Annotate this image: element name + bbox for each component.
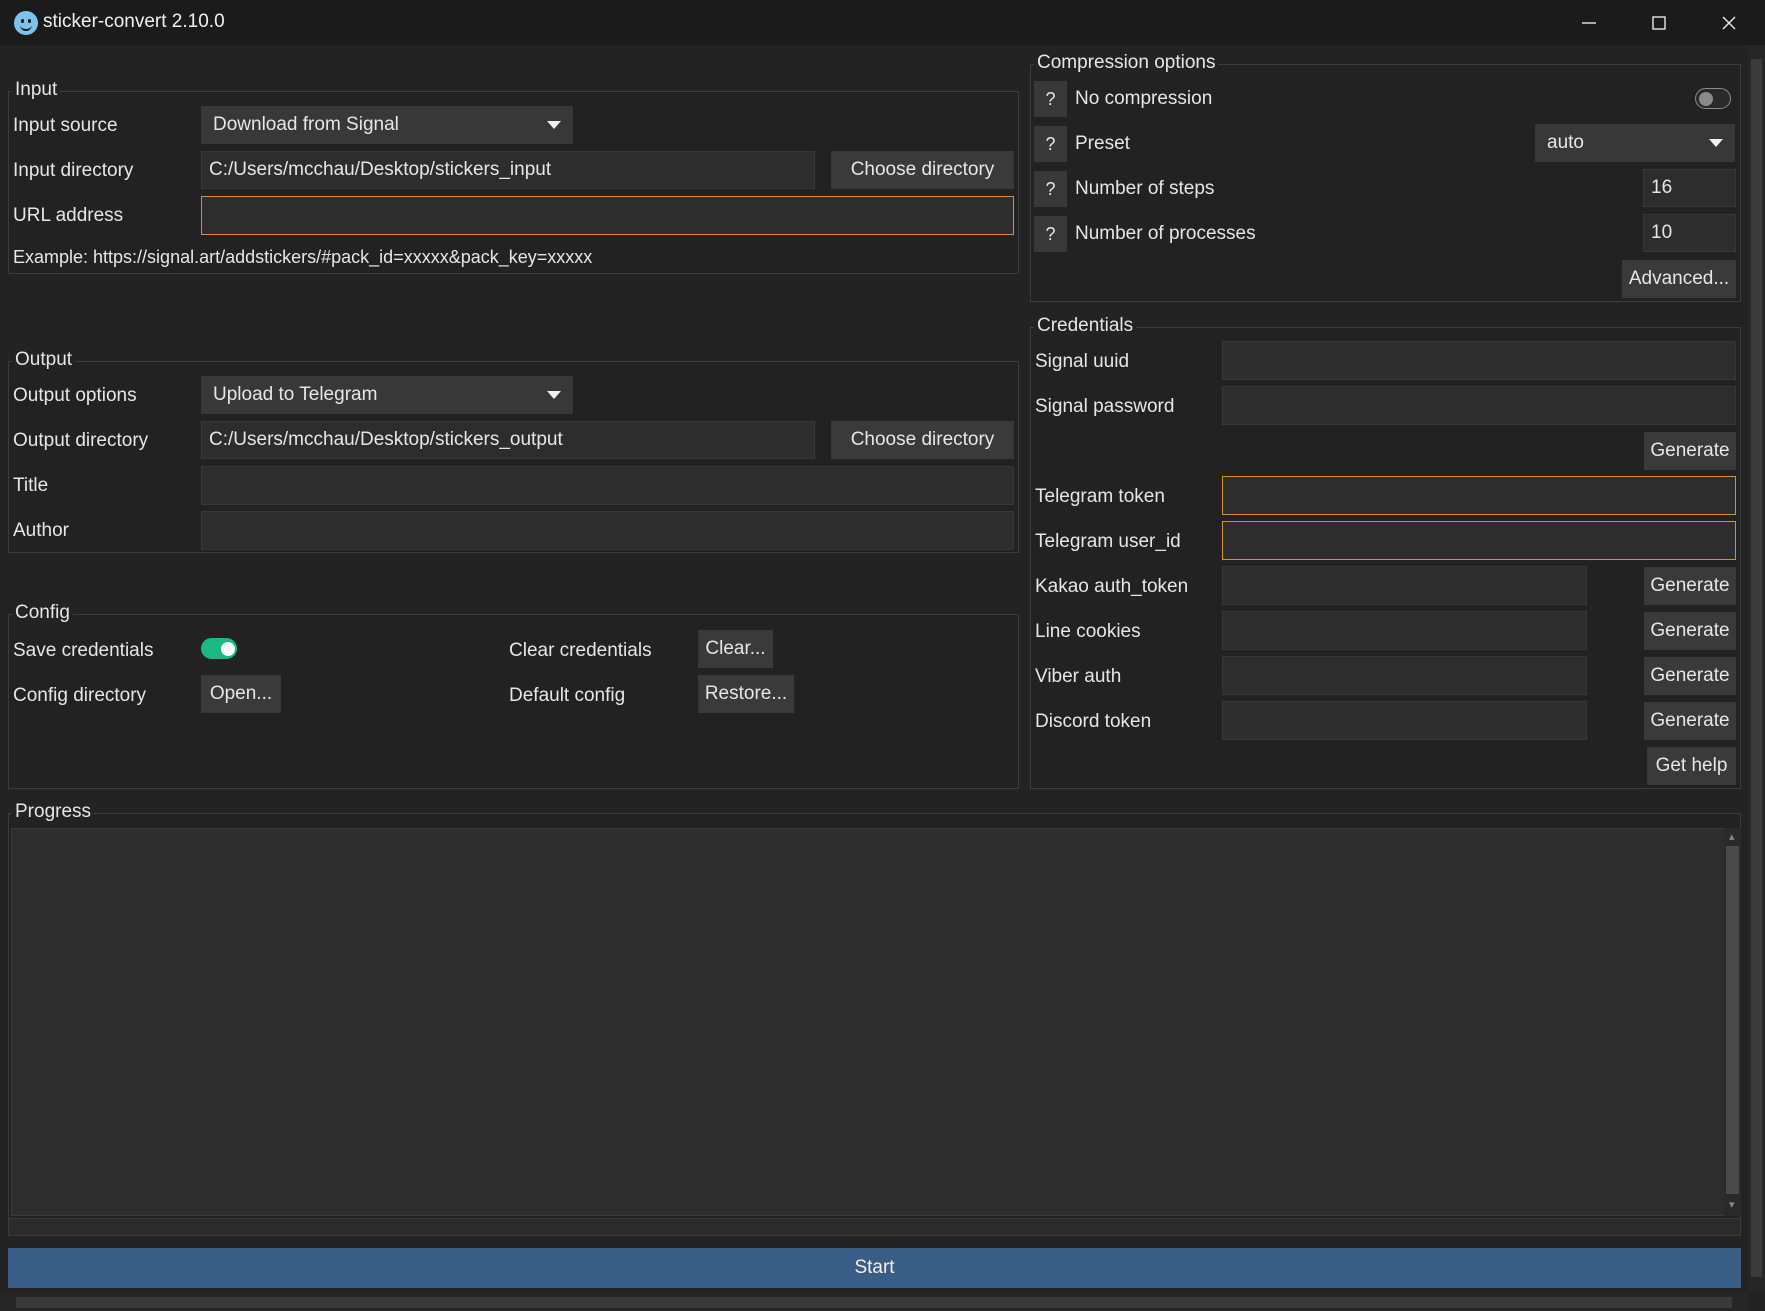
close-button[interactable] (1694, 0, 1764, 45)
save-credentials-label: Save credentials (13, 640, 154, 661)
signal-password-input[interactable] (1222, 386, 1736, 425)
viber-auth-input[interactable] (1222, 656, 1587, 695)
no-compression-toggle[interactable] (1695, 88, 1731, 109)
no-compression-help-button[interactable]: ? (1034, 81, 1067, 117)
scroll-up-icon[interactable]: ▴ (1729, 830, 1735, 843)
window-vertical-scrollbar[interactable] (1748, 45, 1765, 1293)
input-choose-directory-button[interactable]: Choose directory (831, 151, 1014, 189)
input-source-select[interactable]: Download from Signal (201, 106, 573, 144)
discord-token-label: Discord token (1035, 711, 1152, 732)
number-of-processes-label: Number of processes (1075, 223, 1256, 244)
window-horizontal-scrollbar[interactable] (0, 1294, 1748, 1311)
minimize-icon (1582, 21, 1596, 24)
restore-config-button[interactable]: Restore... (698, 675, 794, 713)
input-source-value: Download from Signal (213, 114, 399, 135)
maximize-icon (1652, 15, 1666, 30)
output-options-select[interactable]: Upload to Telegram (201, 376, 573, 414)
line-cookies-input[interactable] (1222, 611, 1587, 650)
telegram-userid-input[interactable] (1222, 521, 1736, 560)
title-label: Title (13, 475, 49, 496)
title-bar: sticker-convert 2.10.0 (0, 0, 1765, 45)
start-button[interactable]: Start (8, 1248, 1741, 1288)
input-source-label: Input source (13, 115, 118, 136)
title-input[interactable] (201, 466, 1014, 505)
chevron-down-icon (547, 121, 561, 129)
url-example-text: Example: https://signal.art/addstickers/… (13, 247, 593, 267)
advanced-button[interactable]: Advanced... (1622, 260, 1736, 298)
progress-scrollbar[interactable]: ▴ ▾ (1724, 828, 1741, 1216)
clear-credentials-button[interactable]: Clear... (698, 630, 773, 668)
input-directory-field[interactable]: C:/Users/mcchau/Desktop/stickers_input (201, 151, 815, 189)
discord-generate-button[interactable]: Generate (1644, 702, 1736, 740)
number-of-steps-label: Number of steps (1075, 178, 1215, 199)
line-generate-button[interactable]: Generate (1644, 612, 1736, 650)
author-input[interactable] (201, 511, 1014, 550)
kakao-auth-token-label: Kakao auth_token (1035, 576, 1189, 597)
app-logo-icon (14, 11, 38, 35)
close-icon (1722, 16, 1736, 29)
signal-password-label: Signal password (1035, 396, 1175, 417)
chevron-down-icon (547, 391, 561, 399)
discord-token-input[interactable] (1222, 701, 1587, 740)
input-directory-label: Input directory (13, 160, 134, 181)
default-config-label: Default config (509, 685, 626, 706)
get-help-button[interactable]: Get help (1647, 747, 1736, 785)
output-legend: Output (12, 350, 76, 370)
scrollbar-thumb[interactable] (1726, 846, 1739, 1194)
toggle-knob (1699, 92, 1713, 106)
kakao-generate-button[interactable]: Generate (1644, 567, 1736, 605)
viber-auth-label: Viber auth (1035, 666, 1122, 687)
progress-log[interactable] (11, 828, 1725, 1216)
output-directory-label: Output directory (13, 430, 149, 451)
signal-generate-button[interactable]: Generate (1644, 432, 1736, 470)
maximize-button[interactable] (1624, 0, 1694, 45)
credentials-legend: Credentials (1034, 316, 1137, 336)
telegram-userid-label: Telegram user_id (1035, 531, 1181, 552)
author-label: Author (13, 520, 69, 541)
chevron-down-icon (1709, 139, 1723, 147)
output-choose-directory-button[interactable]: Choose directory (831, 421, 1014, 459)
scrollbar-thumb[interactable] (1751, 59, 1762, 1277)
config-directory-label: Config directory (13, 685, 147, 706)
compression-legend: Compression options (1034, 53, 1219, 73)
line-cookies-label: Line cookies (1035, 621, 1141, 642)
no-compression-label: No compression (1075, 88, 1213, 109)
output-options-label: Output options (13, 385, 137, 406)
scroll-down-icon[interactable]: ▾ (1729, 1198, 1735, 1211)
progress-legend: Progress (12, 802, 95, 822)
processes-help-button[interactable]: ? (1034, 216, 1067, 252)
preset-label: Preset (1075, 133, 1130, 154)
url-address-label: URL address (13, 205, 124, 226)
preset-value: auto (1547, 132, 1584, 153)
clear-credentials-label: Clear credentials (509, 640, 652, 661)
config-legend: Config (12, 603, 73, 623)
save-credentials-toggle[interactable] (201, 638, 237, 659)
kakao-auth-token-input[interactable] (1222, 566, 1587, 605)
progress-bar (8, 1218, 1741, 1236)
input-legend: Input (12, 80, 61, 100)
telegram-token-label: Telegram token (1035, 486, 1165, 507)
telegram-token-input[interactable] (1222, 476, 1736, 515)
preset-select[interactable]: auto (1535, 124, 1735, 162)
preset-help-button[interactable]: ? (1034, 126, 1067, 162)
open-config-button[interactable]: Open... (201, 675, 281, 713)
signal-uuid-label: Signal uuid (1035, 351, 1130, 372)
steps-help-button[interactable]: ? (1034, 171, 1067, 207)
signal-uuid-input[interactable] (1222, 341, 1736, 380)
viber-generate-button[interactable]: Generate (1644, 657, 1736, 695)
number-of-processes-input[interactable]: 10 (1643, 214, 1736, 252)
url-address-input[interactable] (201, 196, 1014, 235)
minimize-button[interactable] (1554, 0, 1624, 45)
scrollbar-thumb[interactable] (16, 1297, 1732, 1308)
toggle-knob (221, 642, 235, 656)
number-of-steps-input[interactable]: 16 (1643, 169, 1736, 207)
output-directory-field[interactable]: C:/Users/mcchau/Desktop/stickers_output (201, 421, 815, 459)
window-title: sticker-convert 2.10.0 (43, 11, 225, 32)
output-options-value: Upload to Telegram (213, 384, 378, 405)
